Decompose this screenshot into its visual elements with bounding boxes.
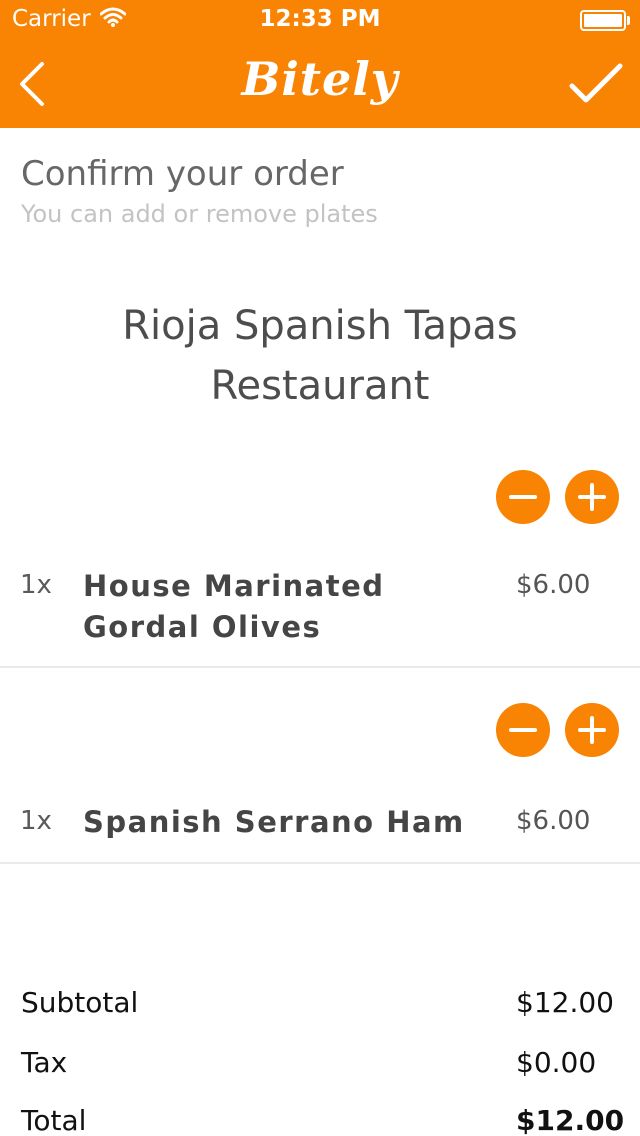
battery-tip	[627, 16, 630, 25]
status-time: 12:33 PM	[259, 6, 381, 32]
plate-quantity: 1x	[20, 806, 52, 836]
restaurant-name: Rioja Spanish Tapas Restaurant	[122, 303, 518, 409]
subtotal-label: Subtotal	[21, 986, 139, 1019]
page-subtitle: You can add or remove plates	[21, 200, 378, 228]
status-bar: Carrier 12:33 PM	[0, 0, 640, 40]
add-plate-button[interactable]	[565, 470, 619, 524]
subtotal-value: $12.00	[516, 986, 614, 1019]
tax-label: Tax	[21, 1046, 68, 1079]
plate-quantity: 1x	[20, 570, 52, 600]
plate-name: Spanish Serrano Ham	[83, 805, 465, 839]
page-title: Confirm your order	[21, 154, 344, 194]
plate-price: $6.00	[516, 570, 591, 600]
app-header: Carrier 12:33 PM Bitely	[0, 0, 640, 128]
total-label: Total	[21, 1104, 87, 1136]
app-logo: Bitely	[241, 52, 399, 106]
plate-price: $6.00	[516, 806, 591, 836]
minus-icon	[509, 495, 537, 499]
tax-value: $0.00	[516, 1046, 597, 1079]
remove-plate-button[interactable]	[496, 703, 550, 757]
list-item: 1x Spanish Serrano Ham $6.00	[0, 668, 640, 864]
checkmark-icon[interactable]	[568, 62, 624, 106]
plate-name: House Marinated Gordal Olives	[83, 569, 385, 644]
list-item: 1x House Marinated Gordal Olives $6.00	[0, 440, 640, 668]
battery-icon	[580, 10, 626, 31]
remove-plate-button[interactable]	[496, 470, 550, 524]
add-plate-button[interactable]	[565, 703, 619, 757]
minus-icon	[509, 728, 537, 732]
total-value: $12.00	[516, 1104, 625, 1136]
